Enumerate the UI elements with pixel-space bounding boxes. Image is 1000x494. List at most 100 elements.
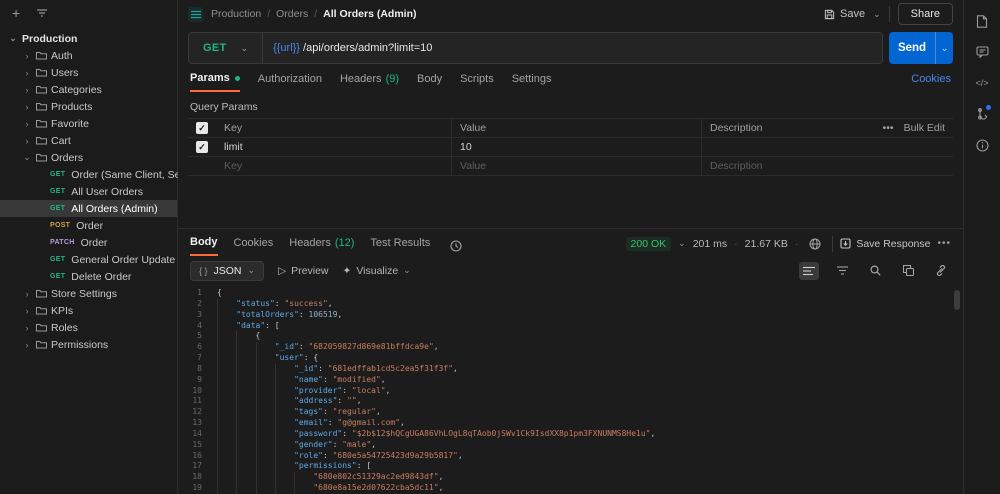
sidebar-item-orders[interactable]: ⌄Orders: [0, 149, 177, 166]
save-dropdown-icon[interactable]: ⌄: [873, 9, 881, 20]
checkbox[interactable]: ✓: [196, 122, 208, 134]
method-badge: GET: [50, 188, 65, 195]
history-icon[interactable]: [446, 237, 466, 255]
sidebar-item-delete-order[interactable]: GETDelete Order: [0, 268, 177, 285]
chevron-right-icon[interactable]: ›: [22, 51, 32, 61]
sidebar-item-favorite[interactable]: ›Favorite: [0, 115, 177, 132]
value-cell[interactable]: Value: [451, 157, 701, 175]
chevron-right-icon[interactable]: ›: [22, 323, 32, 333]
more-actions-icon[interactable]: •••: [937, 238, 951, 249]
sidebar-item-label: Cart: [51, 135, 71, 147]
chevron-right-icon[interactable]: ›: [22, 119, 32, 129]
tab-label: Scripts: [460, 73, 494, 85]
chevron-right-icon[interactable]: ›: [22, 68, 32, 78]
sidebar-item-cart[interactable]: › Cart: [0, 132, 177, 149]
sidebar-item-all-user-orders[interactable]: GETAll User Orders: [0, 183, 177, 200]
tab-scripts[interactable]: Scripts: [460, 73, 494, 91]
description-cell[interactable]: [701, 138, 857, 156]
method-selector[interactable]: GET ⌄: [189, 33, 262, 63]
key-cell[interactable]: Key: [216, 119, 451, 137]
chevron-down-icon[interactable]: ⌄: [22, 152, 32, 163]
link-icon[interactable]: [931, 262, 951, 280]
description-cell[interactable]: Description: [701, 157, 857, 175]
visualize-button[interactable]: ✦ Visualize ⌄: [343, 265, 411, 277]
breadcrumb-item[interactable]: All Orders (Admin): [323, 8, 416, 20]
key-cell[interactable]: limit: [216, 138, 451, 156]
fold-gutter: [208, 472, 217, 483]
tab-headers[interactable]: Headers(9): [340, 73, 399, 91]
format-document-icon[interactable]: [799, 262, 819, 280]
documentation-icon[interactable]: [973, 12, 991, 30]
more-actions-icon[interactable]: •••: [883, 122, 894, 134]
format-selector[interactable]: { } JSON ⌄: [190, 261, 264, 281]
url-input[interactable]: {{url}} /api/orders/admin?limit=10: [263, 42, 442, 54]
code-text: "680e802c51329ac2ed9843df",: [217, 472, 443, 483]
response-tab-test-results[interactable]: Test Results: [370, 237, 430, 255]
response-tab-cookies[interactable]: Cookies: [234, 237, 274, 255]
url-input-box[interactable]: GET ⌄ {{url}} /api/orders/admin?limit=10: [188, 32, 883, 64]
copy-icon[interactable]: [898, 262, 918, 280]
search-icon[interactable]: [865, 262, 885, 280]
add-icon[interactable]: +: [12, 6, 20, 20]
unsaved-dot: [235, 76, 240, 81]
tab-authorization[interactable]: Authorization: [258, 73, 322, 91]
sidebar-item-order[interactable]: POSTOrder: [0, 217, 177, 234]
checkbox[interactable]: ✓: [196, 141, 208, 153]
sidebar-item-general-order-update[interactable]: GETGeneral Order Update: [0, 251, 177, 268]
response-body-viewer[interactable]: 1{2"status": "success",3"totalOrders": 1…: [178, 286, 963, 494]
tab-body[interactable]: Body: [417, 73, 442, 91]
breadcrumb-item[interactable]: Orders: [276, 8, 308, 20]
sidebar-item-products[interactable]: ›Products: [0, 98, 177, 115]
chevron-right-icon[interactable]: ›: [22, 306, 32, 316]
filter-icon[interactable]: [36, 8, 48, 18]
cookies-link[interactable]: Cookies: [911, 73, 951, 91]
chevron-right-icon[interactable]: ›: [22, 102, 32, 112]
sidebar-item-store-settings[interactable]: ›Store Settings: [0, 285, 177, 302]
sidebar-item-all-orders-admin-[interactable]: GETAll Orders (Admin): [0, 200, 177, 217]
save-response-button[interactable]: Save Response: [840, 238, 930, 250]
send-dropdown-icon[interactable]: ⌄: [935, 32, 953, 64]
tab-params[interactable]: Params: [190, 72, 240, 92]
scrollbar-thumb[interactable]: [954, 290, 960, 310]
breadcrumb-item[interactable]: Production: [211, 8, 261, 20]
response-tab-headers[interactable]: Headers(12): [289, 237, 354, 255]
sidebar-item-production[interactable]: ⌄Production: [0, 30, 177, 47]
code-line: 13"email": "g@gmail.com",: [178, 418, 963, 429]
sidebar-item-categories[interactable]: ›Categories: [0, 81, 177, 98]
network-info-icon[interactable]: [805, 235, 825, 253]
sidebar-item-permissions[interactable]: ›Permissions: [0, 336, 177, 353]
status-badge[interactable]: 200 OK: [626, 237, 672, 251]
params-placeholder-row[interactable]: KeyValueDescription: [188, 157, 953, 176]
bulk-edit-button[interactable]: Bulk Edit: [904, 122, 945, 134]
description-cell[interactable]: Description: [701, 119, 857, 137]
preview-button[interactable]: ▷ Preview: [278, 265, 328, 277]
filter-results-icon[interactable]: [832, 262, 852, 280]
chevron-right-icon[interactable]: ›: [22, 340, 32, 350]
info-icon[interactable]: [973, 136, 991, 154]
visualize-icon: ✦: [343, 265, 352, 277]
sidebar-item-auth[interactable]: ›Auth: [0, 47, 177, 64]
tab-settings[interactable]: Settings: [512, 73, 552, 91]
value-cell[interactable]: 10: [451, 138, 701, 156]
sidebar-item-roles[interactable]: ›Roles: [0, 319, 177, 336]
sidebar-item-order-same-client-seller-[interactable]: GETOrder (Same Client, Seller): [0, 166, 177, 183]
breadcrumb-separator: /: [314, 8, 317, 20]
value-cell[interactable]: Value: [451, 119, 701, 137]
save-button[interactable]: Save: [824, 8, 865, 20]
code-snippet-icon[interactable]: </>: [973, 74, 991, 92]
related-requests-icon[interactable]: [973, 105, 991, 123]
send-button[interactable]: Send ⌄: [889, 32, 953, 64]
key-cell[interactable]: Key: [216, 157, 451, 175]
chevron-down-icon[interactable]: ⌄: [8, 33, 18, 44]
response-tab-body[interactable]: Body: [190, 236, 218, 256]
sidebar-item-users[interactable]: ›Users: [0, 64, 177, 81]
sidebar-item-order[interactable]: PATCHOrder: [0, 234, 177, 251]
share-button[interactable]: Share: [898, 3, 953, 25]
chevron-right-icon[interactable]: ›: [22, 85, 32, 95]
params-row[interactable]: ✓ limit10: [188, 138, 953, 157]
chevron-right-icon[interactable]: ›: [22, 136, 32, 146]
sidebar-item-kpis[interactable]: ›KPIs: [0, 302, 177, 319]
chevron-right-icon[interactable]: ›: [22, 289, 32, 299]
comments-icon[interactable]: [973, 43, 991, 61]
tab-count: (12): [335, 237, 355, 249]
